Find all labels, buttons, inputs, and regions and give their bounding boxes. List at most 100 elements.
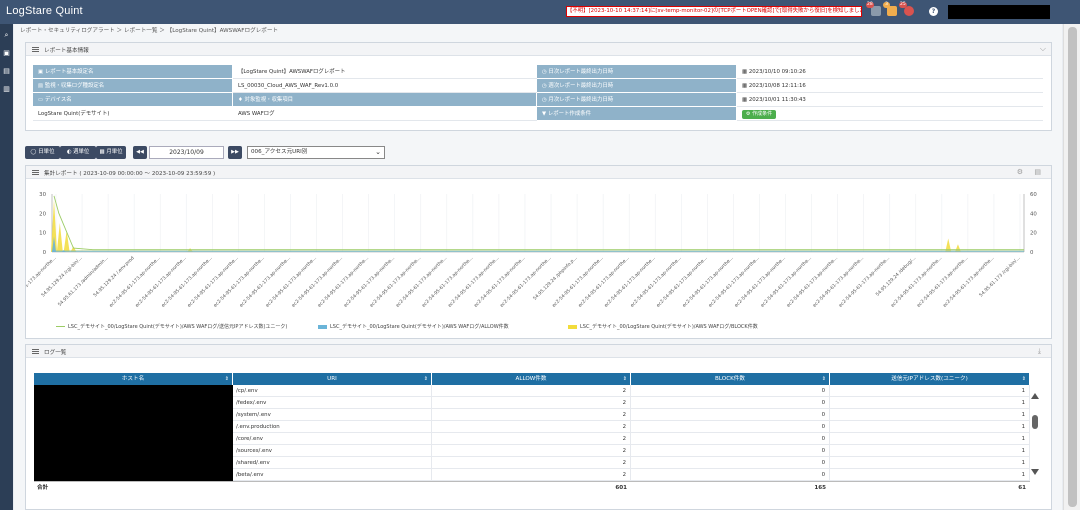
cell-unique-ip: 1 bbox=[830, 433, 1030, 445]
daily-button[interactable]: ◯ 日単位 bbox=[25, 146, 60, 159]
document-icon[interactable]: ▥ bbox=[2, 85, 11, 94]
footer-cell bbox=[233, 481, 432, 493]
cell-block: 0 bbox=[631, 469, 830, 481]
info-value-cell: ▦ 2023/10/10 09:10:26 bbox=[737, 65, 1043, 79]
cell-allow: 2 bbox=[432, 445, 631, 457]
x-axis-tick-label: ec2-54-95-61-173.ap-northe... bbox=[890, 255, 943, 308]
report-select[interactable]: 006_アクセス元URI別 ⌄ bbox=[247, 146, 385, 159]
info-value-cell: AWS WAFログ bbox=[233, 107, 537, 121]
column-header-block[interactable]: BLOCK件数 ⇕ bbox=[631, 373, 830, 385]
x-axis-tick-label: ec2-54-95-61-173.ap-northe... bbox=[108, 255, 161, 308]
info-value-cell: ▦ 2023/10/08 12:11:16 bbox=[737, 79, 1043, 93]
date-input[interactable]: 2023/10/09 bbox=[149, 146, 224, 159]
settings-icon[interactable]: ⚙ bbox=[1017, 168, 1023, 176]
footer-total-label: 合計 bbox=[34, 481, 233, 493]
chart-title: 集計レポート ( 2023-10-09 00:00:00 ～ 2023-10-0… bbox=[44, 171, 216, 177]
search-icon[interactable]: ⌕ bbox=[2, 31, 11, 40]
cell-uri: /cp/.env bbox=[233, 385, 432, 397]
x-axis-tick-label: ec2-54-95-61-173.ap-northe... bbox=[317, 255, 370, 308]
x-axis-tick-label: ec2-54-95-61-173.ap-northe... bbox=[186, 255, 239, 308]
export-icon[interactable]: ▤ bbox=[1034, 168, 1041, 176]
table-scrollbar[interactable] bbox=[1030, 385, 1042, 481]
breadcrumb[interactable]: レポート・セキュリティログアラート ＞ レポート一覧 ＞ 【LogStare Q… bbox=[20, 26, 278, 34]
info-value-cell: ⚙ 作成条件 bbox=[737, 107, 1043, 121]
cell-uri: /beta/.env bbox=[233, 469, 432, 481]
legend-item: LSC_デモサイト_00/LogStare Quint(デモサイト)/AWS W… bbox=[56, 323, 287, 330]
block-series-spike bbox=[63, 230, 70, 252]
alert-banner[interactable]: 【不明】[2023-10-10 14:37:14]に[sv-temp-monit… bbox=[566, 6, 862, 17]
next-date-button[interactable]: ▶▶ bbox=[228, 146, 242, 159]
help-icon[interactable]: ? bbox=[929, 7, 938, 16]
cell-unique-ip: 1 bbox=[830, 445, 1030, 457]
collapse-chevron-icon[interactable]: ⌵ bbox=[1040, 44, 1046, 54]
info-header-cell: ▤ 監視・収集ログ種設定名 bbox=[33, 79, 233, 93]
column-header-unique-ip[interactable]: 送信元IPアドレス数(ユニーク) ⇕ bbox=[830, 373, 1030, 385]
x-axis-tick-label: ec2-54-95-61-173.ap-northe... bbox=[707, 255, 760, 308]
book-icon[interactable]: ▤ bbox=[2, 67, 11, 76]
right-axis-tick-label: 60 bbox=[1030, 192, 1037, 198]
monthly-button[interactable]: ▦ 月単位 bbox=[96, 146, 126, 159]
info-header-cell: ◷ 週次レポート最終出力日時 bbox=[537, 79, 737, 93]
info-header-cell: ◷ 日次レポート最終出力日時 bbox=[537, 65, 737, 79]
page-scrollbar-thumb[interactable] bbox=[1068, 27, 1077, 507]
x-axis-tick-label: ec2-54-95-61-173.ap-northe... bbox=[343, 255, 396, 308]
cell-block: 0 bbox=[631, 409, 830, 421]
footer-unique-ip-total: 61 bbox=[830, 481, 1030, 493]
x-axis-tick-label: ec2-54-95-61-173.ap-northe... bbox=[499, 255, 552, 308]
left-axis-tick-label: 0 bbox=[43, 250, 47, 256]
x-axis-tick-label: ec2-54-95-61-173.ap-northe... bbox=[812, 255, 865, 308]
cell-allow: 2 bbox=[432, 397, 631, 409]
footer-block-total: 165 bbox=[631, 481, 830, 493]
unique-ip-series-line bbox=[53, 195, 1024, 251]
x-axis-tick-label: 54.95.129.24 /phpinfo.p... bbox=[532, 255, 578, 301]
x-axis-tick-label: ec2-54-95-61-173.ap-northe... bbox=[629, 255, 682, 308]
create-condition-button[interactable]: ⚙ 作成条件 bbox=[742, 110, 777, 119]
x-axis-tick-label: ec2-54-95-61-173.ap-northe... bbox=[603, 255, 656, 308]
left-axis-tick-label: 10 bbox=[39, 231, 46, 237]
cell-uri: /system/.env bbox=[233, 409, 432, 421]
info-row: ▣ レポート基本設定名 【LogStare Quint】AWSWAFログレポート… bbox=[33, 65, 1043, 79]
report-chart: 30 20 10 0 60 40 20 0 ec2-54-95-61-173.ap-northe… bbox=[26, 192, 1037, 309]
download-icon[interactable]: ⤓ bbox=[1038, 347, 1041, 356]
x-axis-tick-label: ec2-54-95-61-173.ap-northe... bbox=[291, 255, 344, 308]
info-header-cell: ▭ デバイス名 bbox=[33, 93, 233, 107]
table-scrollbar-thumb[interactable] bbox=[1032, 415, 1038, 429]
x-axis-tick-label: ec2-54-95-61-173.ap-northe... bbox=[369, 255, 422, 308]
cell-allow: 2 bbox=[432, 409, 631, 421]
page-scrollbar[interactable] bbox=[1063, 24, 1080, 510]
x-axis-tick-label: ec2-54-95-61-173.ap-northe... bbox=[395, 255, 448, 308]
x-axis-tick-label: ec2-54-95-61-173.ap-northe... bbox=[577, 255, 630, 308]
left-axis-tick-label: 20 bbox=[39, 211, 46, 217]
cell-allow: 2 bbox=[432, 433, 631, 445]
host-column-redacted bbox=[34, 385, 233, 481]
log-list-title: ログ一覧 bbox=[44, 350, 67, 356]
info-value-cell: ▦ 2023/10/01 11:30:43 bbox=[737, 93, 1043, 107]
chart-panel: 集計レポート ( 2023-10-09 00:00:00 ～ 2023-10-0… bbox=[25, 165, 1052, 339]
legend-item: LSC_デモサイト_00/LogStare Quint(デモサイト)/AWS W… bbox=[318, 323, 509, 330]
cell-block: 0 bbox=[631, 457, 830, 469]
image-icon[interactable]: ▣ bbox=[2, 49, 11, 58]
info-header-cell: ♦ 対象監視・収集項目 bbox=[233, 93, 537, 107]
info-value-cell: LogStare Quint(デモサイト) bbox=[33, 107, 233, 121]
left-axis-tick-label: 30 bbox=[39, 192, 46, 198]
app-logo[interactable]: LogStare Quint bbox=[6, 5, 83, 17]
scroll-up-icon[interactable] bbox=[1031, 393, 1039, 399]
x-axis-tick-label: ec2-54-95-61-173.ap-northe... bbox=[238, 255, 291, 308]
cell-unique-ip: 1 bbox=[830, 397, 1030, 409]
weekly-button[interactable]: ◐ 週単位 bbox=[60, 146, 96, 159]
prev-date-button[interactable]: ◀◀ bbox=[133, 146, 147, 159]
scroll-down-icon[interactable] bbox=[1031, 469, 1039, 475]
column-header-uri[interactable]: URI ⇕ bbox=[233, 373, 432, 385]
info-header-cell: ◷ 月次レポート最終出力日時 bbox=[537, 93, 737, 107]
right-axis-tick-label: 20 bbox=[1030, 231, 1037, 237]
x-axis-tick-label: ec2-54-95-61-173.ap-northe... bbox=[942, 255, 995, 308]
x-axis-tick-label: ec2-54-95-61-173.ap-northe... bbox=[733, 255, 786, 308]
x-axis-tick-label: ec2-54-95-61-173.ap-northe... bbox=[447, 255, 500, 308]
column-header-allow[interactable]: ALLOW件数 ⇕ bbox=[432, 373, 631, 385]
x-axis-tick-label: 54.95.129.24 /.env.prod bbox=[92, 255, 135, 298]
column-header-host[interactable]: ホスト名 ⇕ bbox=[34, 373, 233, 385]
user-menu[interactable] bbox=[948, 5, 1050, 19]
x-axis-tick-label: ec2-54-95-61-173.ap-northe... bbox=[160, 255, 213, 308]
info-value-cell: LS_00030_Cloud_AWS_WAF_Rev1.0.0 bbox=[233, 79, 537, 93]
cell-allow: 2 bbox=[432, 469, 631, 481]
